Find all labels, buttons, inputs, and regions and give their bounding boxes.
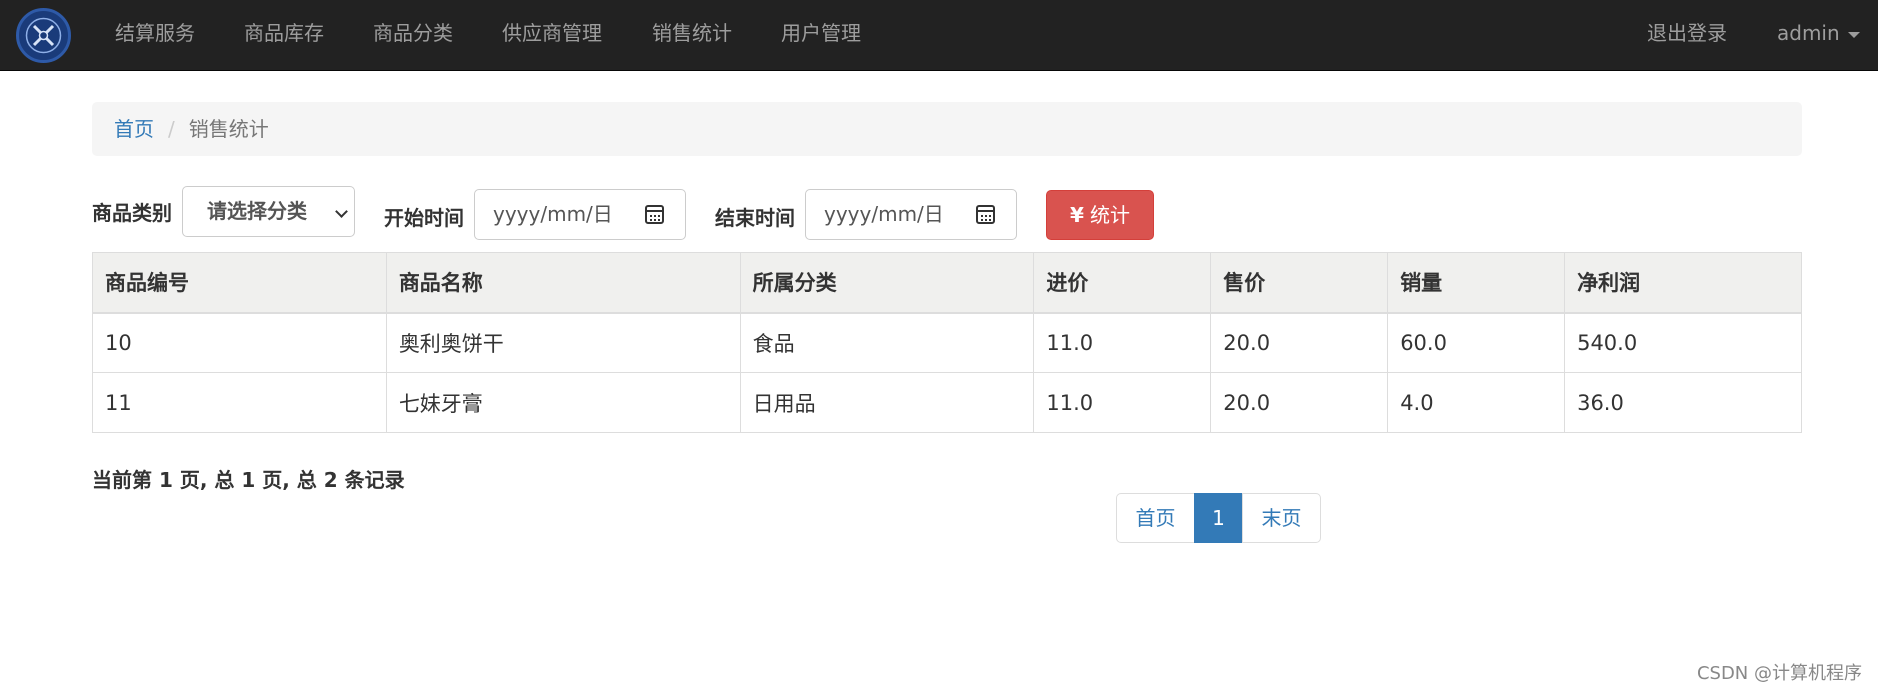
table-cell: 36.0 xyxy=(1564,372,1802,433)
table-cell: 食品 xyxy=(739,312,1035,373)
logout-link[interactable]: 退出登录 xyxy=(1647,0,1727,70)
table-cell: 日用品 xyxy=(739,372,1035,433)
table-cell: 11.0 xyxy=(1033,372,1212,433)
end-time-label: 结束时间 xyxy=(715,206,795,230)
end-date-placeholder: yyyy/mm/日 xyxy=(824,202,944,226)
breadcrumb-home-link[interactable]: 首页 xyxy=(114,117,154,141)
yen-icon: ¥ xyxy=(1070,203,1084,227)
category-label: 商品类别 xyxy=(92,201,172,225)
logo-icon[interactable] xyxy=(16,8,71,63)
table-row: 11 七妹牙膏 日用品 11.0 20.0 4.0 36.0 xyxy=(92,372,1802,433)
start-date-placeholder: yyyy/mm/日 xyxy=(493,202,613,226)
breadcrumb-current: 销售统计 xyxy=(188,117,269,141)
caret-down-icon xyxy=(1847,31,1860,38)
table-cell: 60.0 xyxy=(1387,312,1566,373)
table-cell: 11 xyxy=(92,372,387,433)
column-header: 销量 xyxy=(1387,252,1566,314)
user-name: admin xyxy=(1777,21,1840,45)
statistics-button[interactable]: ¥ 统计 xyxy=(1046,190,1154,240)
breadcrumb-separator: / xyxy=(168,117,175,141)
column-header: 所属分类 xyxy=(739,252,1035,314)
category-select[interactable]: 请选择分类 xyxy=(182,186,355,237)
nav-item-checkout[interactable]: 结算服务 xyxy=(115,0,195,70)
calendar-icon[interactable] xyxy=(645,205,664,224)
table-cell: 20.0 xyxy=(1210,312,1389,373)
table-cell: 4.0 xyxy=(1387,372,1566,433)
column-header: 商品编号 xyxy=(92,252,387,314)
breadcrumb: 首页 / 销售统计 xyxy=(92,102,1802,156)
table-cell: 540.0 xyxy=(1564,312,1802,373)
table-cell: 11.0 xyxy=(1033,312,1212,373)
start-date-input[interactable]: yyyy/mm/日 xyxy=(474,189,686,240)
page-info: 当前第 1 页, 总 1 页, 总 2 条记录 xyxy=(92,468,405,492)
table-cell: 10 xyxy=(92,312,387,373)
chevron-down-icon xyxy=(335,205,348,218)
pagination-last-button[interactable]: 末页 xyxy=(1242,493,1321,543)
calendar-icon[interactable] xyxy=(976,205,995,224)
table-cell: 奥利奥饼干 xyxy=(385,312,741,373)
statistics-button-label: 统计 xyxy=(1089,203,1130,227)
table-row: 10 奥利奥饼干 食品 11.0 20.0 60.0 540.0 xyxy=(92,312,1802,373)
table-cell: 20.0 xyxy=(1210,372,1389,433)
end-date-input[interactable]: yyyy/mm/日 xyxy=(805,189,1017,240)
user-menu-dropdown[interactable]: admin xyxy=(1777,0,1860,70)
table-cell: 七妹牙膏 xyxy=(385,372,741,433)
column-header: 净利润 xyxy=(1564,252,1802,314)
category-select-value: 请选择分类 xyxy=(207,199,307,223)
column-header: 商品名称 xyxy=(385,252,741,314)
nav-item-user-management[interactable]: 用户管理 xyxy=(781,0,861,70)
pagination-first-button[interactable]: 首页 xyxy=(1116,493,1195,543)
start-time-label: 开始时间 xyxy=(384,206,464,230)
sales-table: 商品编号 商品名称 所属分类 进价 售价 销量 净利润 10 奥利奥饼干 食品 … xyxy=(92,252,1802,433)
navbar: 结算服务 商品库存 商品分类 供应商管理 销售统计 用户管理 退出登录 admi… xyxy=(0,0,1878,71)
pagination: 首页 1 末页 xyxy=(1116,493,1321,543)
column-header: 进价 xyxy=(1033,252,1212,314)
nav-item-supplier[interactable]: 供应商管理 xyxy=(502,0,602,70)
nav-item-inventory[interactable]: 商品库存 xyxy=(244,0,324,70)
pagination-page-1[interactable]: 1 xyxy=(1194,493,1243,543)
column-header: 售价 xyxy=(1210,252,1389,314)
nav-item-category[interactable]: 商品分类 xyxy=(373,0,453,70)
watermark: CSDN @计算机程序 xyxy=(1696,663,1862,684)
nav-item-sales-stats[interactable]: 销售统计 xyxy=(652,0,732,70)
table-header-row: 商品编号 商品名称 所属分类 进价 售价 销量 净利润 xyxy=(92,252,1802,314)
